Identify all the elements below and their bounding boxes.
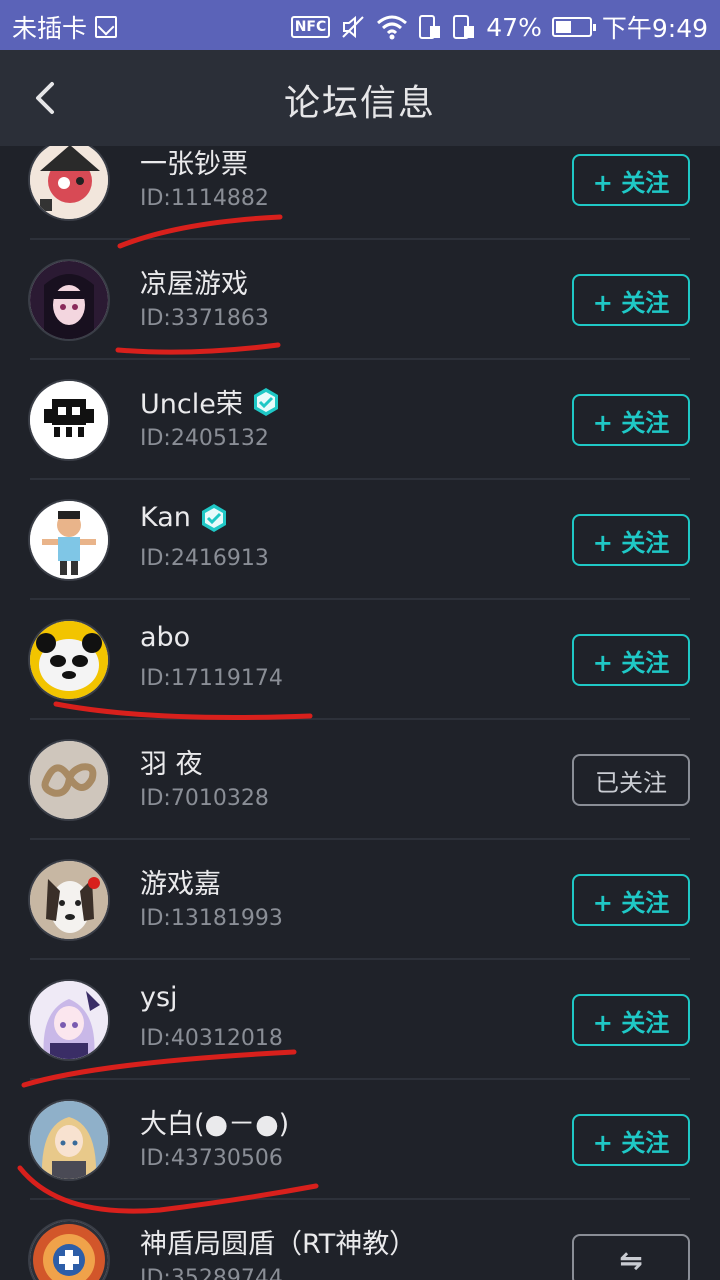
user-id: ID:17119174 [140,666,283,691]
user-id: ID:40312018 [140,1026,283,1051]
user-id: ID:7010328 [140,786,269,811]
user-name: 游戏嘉 [140,862,221,901]
user-name: 羽 夜 [140,742,203,781]
list-item[interactable]: ysj ID:40312018 + 关注 [0,960,720,1080]
avatar[interactable] [30,741,108,819]
follow-button[interactable]: + 关注 [572,514,690,566]
app-header: 论坛信息 [0,50,720,146]
avatar[interactable] [30,501,108,579]
user-name-text: 羽 夜 [140,749,203,780]
mutual-follow-button[interactable]: ⇋ [572,1234,690,1280]
list-item[interactable]: Uncle荣 ID:2405132 + 关注 [0,360,720,480]
list-item[interactable]: 羽 夜 ID:7010328 已关注 [0,720,720,840]
page-title: 论坛信息 [283,83,436,124]
user-name: 凉屋游戏 [140,262,248,301]
list-item[interactable]: abo ID:17119174 + 关注 [0,600,720,720]
status-bar: 未插卡 NFC 47% 下午9:49 [0,0,720,50]
user-id: ID:2405132 [140,426,269,451]
wifi-icon [377,15,408,40]
follow-button[interactable]: + 关注 [572,154,690,206]
user-list[interactable]: 一张钞票 ID:1114882 + 关注 凉屋游戏 ID:3371863 + 关注 Uncl… [0,146,720,1280]
sim-icon [95,16,118,38]
user-id: ID:1114882 [140,186,269,211]
avatar[interactable] [30,381,108,459]
user-name-text: ysj [140,982,178,1013]
user-name: Uncle荣 [140,382,281,421]
user-name: abo [140,622,190,653]
list-item[interactable]: Kan ID:2416913 + 关注 [0,480,720,600]
user-name-text: 凉屋游戏 [140,269,248,300]
avatar[interactable] [30,1221,108,1280]
follow-button[interactable]: + 关注 [572,274,690,326]
user-name-text: 游戏嘉 [140,869,221,900]
battery-icon [551,17,596,37]
data-icon [419,15,441,39]
avatar[interactable] [30,981,108,1059]
follow-button[interactable]: + 关注 [572,994,690,1046]
list-item[interactable]: 神盾局圆盾（RT神教） ID:35289744 ⇋ [0,1200,720,1280]
avatar[interactable] [30,621,108,699]
user-id: ID:13181993 [140,906,283,931]
carrier-text: 未插卡 [12,14,88,43]
list-item[interactable]: 大白(●－●) ID:43730506 + 关注 [0,1080,720,1200]
user-name: ysj [140,982,178,1013]
mute-icon [342,15,364,39]
avatar[interactable] [30,1101,108,1179]
user-name-text: 神盾局圆盾（RT神教） [140,1229,417,1260]
user-name: 神盾局圆盾（RT神教） [140,1222,416,1261]
user-name-text: Kan [140,502,191,533]
user-id: ID:2416913 [140,546,269,571]
user-name-text: Uncle荣 [140,389,243,420]
battery-percent: 47% [486,12,542,42]
follow-button[interactable]: + 关注 [572,394,690,446]
user-name: Kan [140,502,229,533]
followed-button[interactable]: 已关注 [572,754,690,806]
user-name: 大白(●－●) [140,1102,289,1141]
avatar[interactable] [30,861,108,939]
follow-button[interactable]: + 关注 [572,634,690,686]
nfc-icon: NFC [290,16,331,38]
follow-button[interactable]: + 关注 [572,874,690,926]
verified-badge-icon [201,503,226,532]
list-item[interactable]: 一张钞票 ID:1114882 + 关注 [0,146,720,240]
user-name: 一张钞票 [140,146,248,181]
user-id: ID:3371863 [140,306,269,331]
list-item[interactable]: 游戏嘉 ID:13181993 + 关注 [0,840,720,960]
verified-badge-icon [253,387,278,416]
user-name-text: 大白(●－●) [140,1109,290,1140]
avatar[interactable] [30,261,108,339]
user-name-text: abo [140,622,191,653]
user-name-text: 一张钞票 [140,149,248,180]
user-id: ID:35289744 [140,1266,283,1280]
clock: 下午9:49 [601,14,708,43]
follow-button[interactable]: + 关注 [572,1114,690,1166]
avatar[interactable] [30,146,108,219]
list-item[interactable]: 凉屋游戏 ID:3371863 + 关注 [0,240,720,360]
user-id: ID:43730506 [140,1146,283,1171]
data-icon [453,15,475,39]
